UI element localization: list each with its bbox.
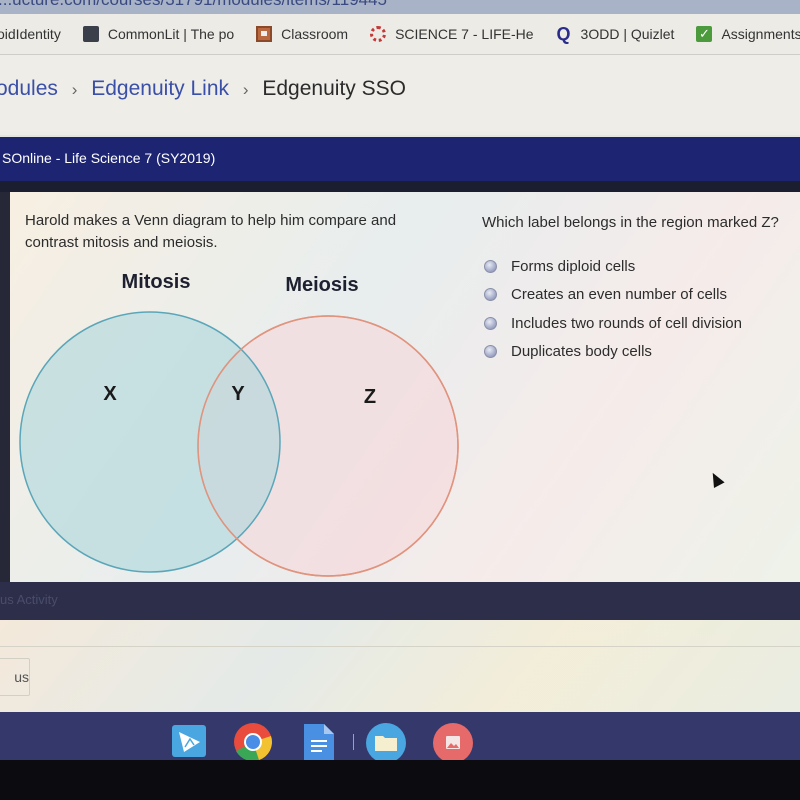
check-icon: ✓ xyxy=(696,26,713,42)
answer-option[interactable]: Duplicates body cells xyxy=(484,338,742,367)
radio-button[interactable] xyxy=(484,345,497,359)
bookmark-assignments[interactable]: ✓ Assignments & Acti xyxy=(696,26,800,42)
activity-footer: us Activity xyxy=(0,582,800,620)
footer-text: us Activity xyxy=(0,592,58,607)
breadcrumb-current: Edgenuity SSO xyxy=(262,77,406,100)
files-icon[interactable] xyxy=(365,722,406,769)
bookmark-label: CommonLit | The po xyxy=(107,26,235,42)
book-icon xyxy=(82,26,99,42)
answer-option[interactable]: Creates an even number of cells xyxy=(484,281,742,310)
answer-option[interactable]: Includes two rounds of cell division xyxy=(484,309,742,338)
venn-title-meiosis: Meiosis xyxy=(285,274,358,296)
chrome-icon[interactable] xyxy=(233,722,272,769)
answer-label[interactable]: Duplicates body cells xyxy=(511,343,652,360)
canvas-icon xyxy=(370,26,387,42)
venn-diagram: Mitosis Meiosis X Y Z xyxy=(19,272,459,577)
question-prompt: Harold makes a Venn diagram to help him … xyxy=(25,212,397,251)
classroom-icon xyxy=(256,26,273,42)
lower-panel: us xyxy=(0,620,800,712)
os-shelf xyxy=(0,712,800,769)
radio-button[interactable] xyxy=(484,288,497,302)
breadcrumb: odules › Edgenuity Link › Edgenuity SSO xyxy=(0,55,800,135)
bookmark-quizlet[interactable]: Q 3ODD | Quizlet xyxy=(556,24,675,44)
venn-circle-mitosis xyxy=(19,311,281,573)
venn-region-x: X xyxy=(103,383,117,405)
bookmark-label: 3ODD | Quizlet xyxy=(580,26,675,42)
previous-button[interactable]: us xyxy=(0,658,30,696)
address-bar[interactable]: ...ucture.com/courses/31791/modules/item… xyxy=(0,0,800,14)
gallery-icon[interactable] xyxy=(432,722,473,769)
quizlet-icon: Q xyxy=(556,24,571,44)
drive-app-icon[interactable] xyxy=(170,722,208,760)
course-banner: SOnline - Life Science 7 (SY2019) xyxy=(0,137,800,181)
answer-label[interactable]: Creates an even number of cells xyxy=(511,286,727,303)
bookmark-classroom[interactable]: Classroom xyxy=(256,26,348,42)
breadcrumb-edgenuity-link[interactable]: Edgenuity Link xyxy=(91,77,229,100)
radio-button[interactable] xyxy=(484,259,497,273)
bookmark-label: Classroom xyxy=(281,26,349,42)
question-panel: Harold makes a Venn diagram to help him … xyxy=(10,192,800,582)
bookmark-label: oidIdentity xyxy=(0,26,61,42)
answer-label[interactable]: Forms diploid cells xyxy=(511,258,635,275)
url-text[interactable]: ...ucture.com/courses/31791/modules/item… xyxy=(0,0,387,10)
breadcrumb-modules[interactable]: odules xyxy=(0,77,58,100)
answer-options: Forms diploid cells Creates an even numb… xyxy=(484,252,742,366)
venn-title-mitosis: Mitosis xyxy=(122,272,191,293)
question-text: Which label belongs in the region marked… xyxy=(482,214,779,231)
frame-edge xyxy=(0,192,10,582)
radio-button[interactable] xyxy=(484,316,497,330)
bookmark-identity[interactable]: oidIdentity xyxy=(0,26,61,42)
bookmarks-bar: oidIdentity CommonLit | The po Classroom… xyxy=(0,14,800,55)
previous-button-label: us xyxy=(14,669,29,685)
answer-label[interactable]: Includes two rounds of cell division xyxy=(511,315,742,332)
venn-region-z: Z xyxy=(364,386,376,408)
bookmark-label: SCIENCE 7 - LIFE-He xyxy=(395,26,534,42)
screen-bezel xyxy=(0,760,800,800)
bookmark-commonlit[interactable]: CommonLit | The po xyxy=(82,26,235,42)
answer-option[interactable]: Forms diploid cells xyxy=(484,252,742,281)
bookmark-science[interactable]: SCIENCE 7 - LIFE-He xyxy=(370,26,534,42)
chevron-right-icon: › xyxy=(71,80,78,99)
course-title: SOnline - Life Science 7 (SY2019) xyxy=(2,150,216,166)
venn-region-y: Y xyxy=(231,383,245,405)
bookmark-label: Assignments & Acti xyxy=(721,26,800,42)
chevron-right-icon: › xyxy=(242,80,249,99)
shelf-divider xyxy=(353,734,354,750)
divider xyxy=(0,646,800,647)
docs-icon[interactable] xyxy=(302,722,340,762)
